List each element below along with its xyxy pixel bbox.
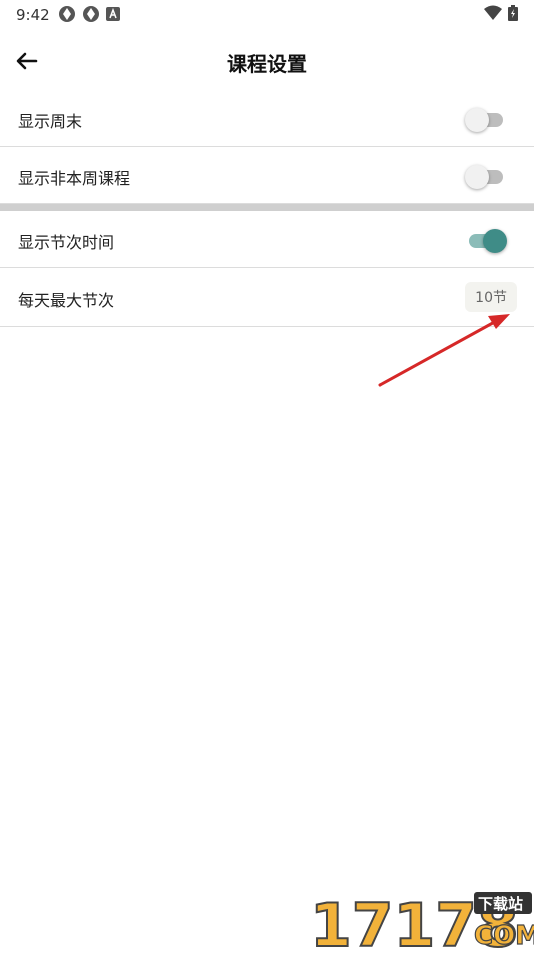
setting-label: 显示周末: [18, 112, 83, 131]
toggle-thumb: [483, 229, 507, 253]
setting-label: 显示节次时间: [18, 233, 115, 252]
status-time: 9:42: [16, 6, 50, 24]
font-icon: [106, 7, 120, 21]
setting-show-other-week-courses[interactable]: 显示非本周课程: [0, 147, 534, 204]
show-other-week-courses-toggle[interactable]: [465, 165, 505, 189]
watermark-logo: 17178 下载站 COM: [309, 888, 534, 954]
annotation-arrow-icon: [378, 314, 510, 387]
section-divider: [0, 204, 534, 211]
setting-label: 每天最大节次: [18, 291, 115, 310]
show-period-time-toggle[interactable]: [467, 229, 507, 253]
app-header: 课程设置: [0, 36, 534, 86]
setting-label: 显示非本周课程: [18, 169, 131, 188]
battery-icon: [508, 5, 518, 21]
setting-show-period-time[interactable]: 显示节次时间: [0, 211, 534, 268]
show-weekend-toggle[interactable]: [465, 108, 505, 132]
toggle-thumb: [465, 165, 489, 189]
wifi-icon: [484, 5, 502, 20]
toggle-thumb: [465, 108, 489, 132]
svg-text:下载站: 下载站: [478, 895, 523, 913]
app-notification-icon: [83, 6, 99, 22]
page-title: 课程设置: [227, 52, 307, 76]
status-bar: 9:42: [0, 0, 534, 28]
app-notification-icon: [59, 6, 75, 22]
setting-show-weekend[interactable]: 显示周末: [0, 90, 534, 147]
watermark-graphic: 17178 下载站 COM: [309, 890, 534, 954]
svg-text:COM: COM: [474, 921, 534, 950]
